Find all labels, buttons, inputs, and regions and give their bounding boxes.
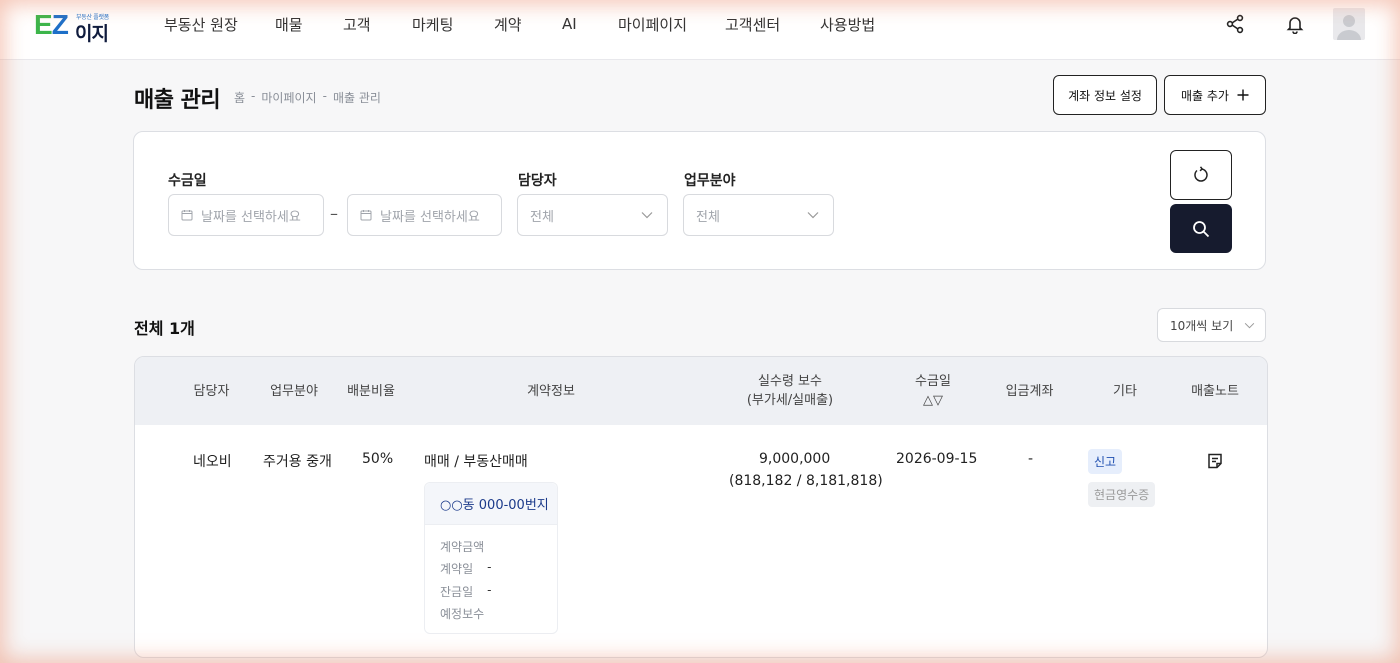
date-to-placeholder: 날짜를 선택하세요	[380, 209, 480, 225]
sort-icon[interactable]: △▽	[923, 391, 943, 410]
search-button[interactable]	[1170, 204, 1232, 253]
logo-text: 이지	[75, 23, 109, 45]
breadcrumb: 홈 - 마이페이지 - 매출 관리	[234, 89, 381, 106]
date-from-placeholder: 날짜를 선택하세요	[201, 209, 301, 225]
expected-fee-row: 예정보수	[440, 607, 485, 621]
th-ratio: 배분비율	[347, 383, 395, 399]
account-settings-label: 계좌 정보 설정	[1068, 88, 1142, 103]
plus-icon	[1237, 89, 1249, 101]
page-size-value: 10개씩 보기	[1170, 318, 1234, 333]
cell-ratio: 50%	[362, 451, 394, 467]
balance-date-row: 잔금일 -	[440, 583, 492, 599]
top-nav-bar: EZ 부동산 플랫폼 이지 부동산 원장 매물 고객 마케팅 계약 AI 마이페…	[0, 0, 1400, 60]
filter-panel: 수금일 날짜를 선택하세요 – 날짜를 선택하세요 담당자 전체 업무분야 전체	[133, 131, 1266, 270]
nav-item-customers[interactable]: 고객	[343, 14, 371, 35]
page-size-select[interactable]: 10개씩 보기	[1157, 308, 1266, 342]
bell-icon[interactable]	[1283, 12, 1307, 36]
cell-manager: 네오비	[193, 454, 232, 470]
nav-item-ai[interactable]: AI	[562, 15, 577, 33]
add-sale-label: 매출 추가	[1181, 88, 1229, 103]
field-filter-label: 업무분야	[684, 173, 736, 189]
th-field: 업무분야	[270, 383, 318, 399]
th-note: 매출노트	[1191, 383, 1239, 399]
field-select[interactable]: 전체	[683, 194, 834, 236]
cell-fee: 9,000,000	[759, 451, 831, 467]
date-filter-label: 수금일	[168, 173, 207, 189]
breadcrumb-separator: -	[322, 89, 327, 103]
note-icon[interactable]	[1206, 452, 1224, 474]
add-sale-button[interactable]: 매출 추가	[1164, 75, 1266, 115]
search-icon	[1193, 220, 1210, 237]
contract-address[interactable]: ○○동 000-00번지	[425, 483, 557, 525]
nav-item-support[interactable]: 고객센터	[725, 14, 780, 35]
chevron-down-icon	[807, 212, 819, 219]
contract-date-row: 계약일 -	[440, 560, 492, 576]
chevron-down-icon	[1244, 322, 1255, 328]
cell-contract-type: 매매 / 부동산매매	[424, 454, 528, 470]
nav-item-mypage[interactable]: 마이페이지	[618, 14, 687, 35]
badge-cash-receipt[interactable]: 현금영수증	[1088, 482, 1156, 507]
th-etc: 기타	[1113, 383, 1137, 399]
user-avatar[interactable]	[1333, 8, 1365, 40]
page-title: 매출 관리	[134, 88, 221, 113]
badge-report[interactable]: 신고	[1088, 449, 1123, 474]
cell-fee-breakdown: (818,182 / 8,181,818)	[729, 473, 883, 489]
account-settings-button[interactable]: 계좌 정보 설정	[1053, 75, 1157, 115]
cell-field: 주거용 중개	[263, 454, 332, 470]
date-to-input[interactable]: 날짜를 선택하세요	[347, 194, 502, 236]
refresh-icon	[1194, 166, 1208, 182]
breadcrumb-separator: -	[251, 89, 256, 103]
sales-table: 담당자 업무분야 배분비율 계약정보 실수령 보수 (부가세/실매출) 수금일 △▽…	[134, 356, 1268, 658]
table-header: 담당자 업무분야 배분비율 계약정보 실수령 보수 (부가세/실매출) 수금일 △▽…	[135, 357, 1267, 425]
contract-amount-row: 계약금액	[440, 540, 485, 554]
manager-select-value: 전체	[530, 209, 554, 225]
th-date[interactable]: 수금일 △▽	[903, 357, 963, 425]
date-from-input[interactable]: 날짜를 선택하세요	[168, 194, 324, 236]
th-contract: 계약정보	[527, 383, 575, 399]
user-avatar-icon	[1337, 15, 1361, 40]
ez-logo[interactable]: EZ 부동산 플랫폼 이지	[34, 9, 114, 46]
calendar-icon	[181, 210, 193, 221]
share-icon[interactable]	[1223, 12, 1247, 36]
total-count: 전체 1개	[134, 319, 195, 338]
nav-item-howto[interactable]: 사용방법	[820, 14, 875, 35]
date-range-separator: –	[330, 204, 338, 223]
manager-filter-label: 담당자	[518, 173, 557, 189]
nav-item-contracts[interactable]: 계약	[494, 14, 522, 35]
th-fee: 실수령 보수 (부가세/실매출)	[746, 374, 834, 408]
nav-item-listings[interactable]: 매물	[275, 14, 303, 35]
contract-info-card: ○○동 000-00번지 계약금액 계약일 - 잔금일 - 예정보수	[424, 482, 558, 634]
calendar-icon	[360, 210, 372, 221]
nav-item-ledger[interactable]: 부동산 원장	[164, 14, 238, 35]
breadcrumb-current: 매출 관리	[332, 91, 381, 105]
nav-item-marketing[interactable]: 마케팅	[412, 14, 453, 35]
breadcrumb-mypage[interactable]: 마이페이지	[261, 89, 316, 106]
reset-button[interactable]	[1170, 150, 1232, 200]
th-manager: 담당자	[193, 383, 230, 399]
field-select-value: 전체	[696, 209, 720, 225]
chevron-down-icon	[641, 212, 653, 219]
cell-date: 2026-09-15	[896, 451, 978, 467]
manager-select[interactable]: 전체	[517, 194, 668, 236]
logo-ez: EZ	[34, 9, 69, 40]
cell-account: -	[1028, 451, 1034, 467]
breadcrumb-home[interactable]: 홈	[234, 89, 245, 106]
th-account: 입금계좌	[1005, 383, 1054, 399]
